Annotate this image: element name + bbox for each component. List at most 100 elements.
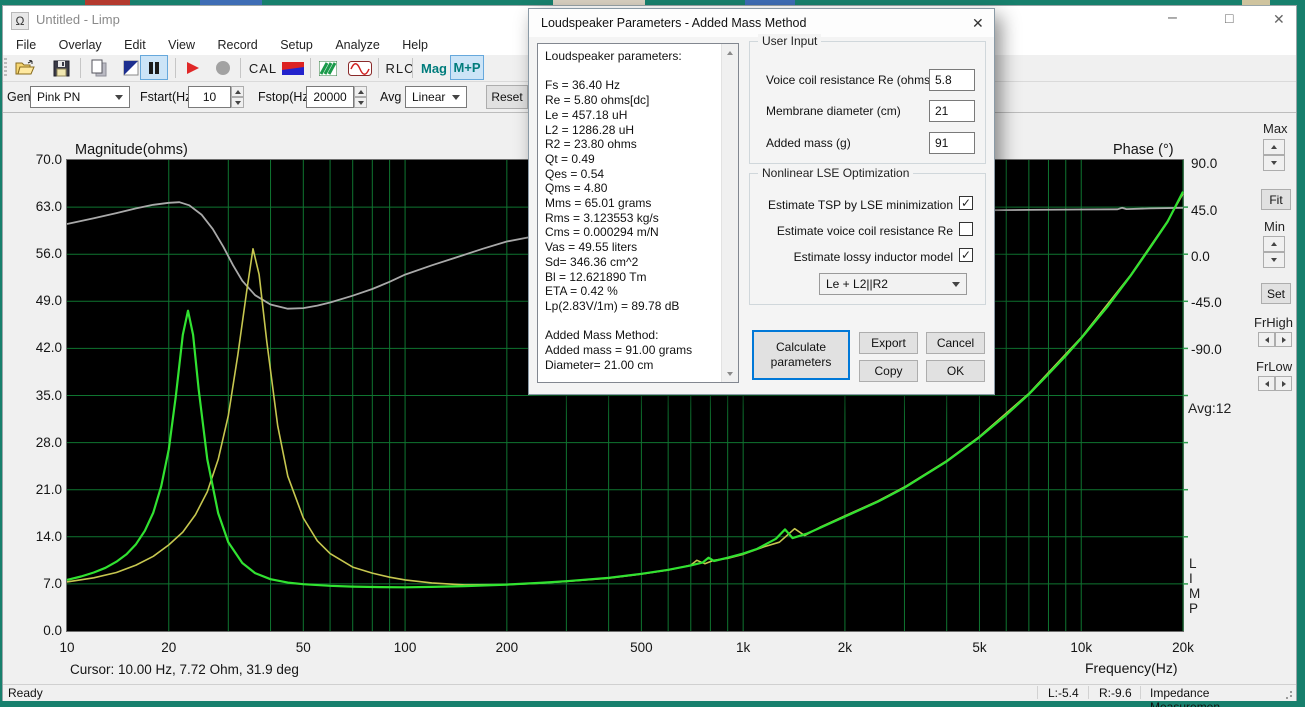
mag-phase-button[interactable]: M+P xyxy=(450,55,484,80)
parameters-textbox: Loudspeaker parameters: Fs = 36.40 Hz Re… xyxy=(537,43,739,383)
copy-button[interactable]: Copy xyxy=(859,360,918,382)
lse-group-label: Nonlinear LSE Optimization xyxy=(758,166,914,180)
fstop-input[interactable] xyxy=(306,86,354,108)
arrow-left-icon[interactable] xyxy=(1258,376,1275,391)
menu-record[interactable]: Record xyxy=(208,36,266,54)
toolbar-gripper[interactable] xyxy=(4,58,7,78)
open-folder-glyph xyxy=(15,60,35,75)
fstop-stepper[interactable] xyxy=(354,86,367,108)
red-blue-glyph xyxy=(282,61,304,75)
lse-re-checkbox[interactable] xyxy=(959,222,973,236)
phase-tick-label: -45.0 xyxy=(1191,295,1222,311)
frequency-tick-label: 20 xyxy=(161,640,177,655)
fstart-stepper[interactable] xyxy=(231,86,244,108)
spectrum-icon[interactable] xyxy=(315,56,341,80)
menu-edit[interactable]: Edit xyxy=(115,36,155,54)
status-ready: Ready xyxy=(8,686,43,700)
menu-view[interactable]: View xyxy=(159,36,204,54)
play-button[interactable] xyxy=(180,56,206,80)
pause-button[interactable] xyxy=(140,55,168,80)
calculate-parameters-button[interactable]: Calculate parameters xyxy=(752,330,850,380)
sine-wave-glyph xyxy=(348,60,372,76)
menu-overlay[interactable]: Overlay xyxy=(50,36,111,54)
record-button[interactable] xyxy=(210,56,236,80)
window-title: Untitled - Limp xyxy=(36,12,120,27)
lse-tsp-checkbox[interactable]: ✓ xyxy=(959,196,973,210)
frlow-stepper[interactable] xyxy=(1258,376,1292,391)
cal-button[interactable]: CAL xyxy=(246,56,280,80)
added-mass-field[interactable] xyxy=(929,132,975,154)
magnitude-tick-label: 0.0 xyxy=(43,623,62,638)
generator-select[interactable]: Pink PN xyxy=(30,86,130,108)
membrane-diameter-field[interactable] xyxy=(929,100,975,122)
max-stepper[interactable] xyxy=(1263,139,1285,171)
phase-tick-label: 45.0 xyxy=(1191,202,1218,218)
signal-generator-icon[interactable] xyxy=(346,56,374,80)
arrow-right-icon[interactable] xyxy=(1275,332,1292,347)
inductor-model-select[interactable]: Le + L2||R2 xyxy=(819,273,967,295)
avg-select[interactable]: Linear xyxy=(405,86,467,108)
avg-indicator: Avg:12 xyxy=(1188,400,1232,416)
open-icon[interactable] xyxy=(12,56,38,80)
mag-button[interactable]: Mag xyxy=(418,56,450,80)
dialog-close-button[interactable]: ✕ xyxy=(972,15,984,32)
chevron-down-icon xyxy=(952,282,960,287)
spin-down-icon[interactable] xyxy=(1263,155,1285,171)
copy-page-icon[interactable] xyxy=(86,56,112,80)
arrow-right-icon[interactable] xyxy=(1275,376,1292,391)
ok-button[interactable]: OK xyxy=(926,360,985,382)
arrow-left-icon[interactable] xyxy=(1258,332,1275,347)
app-icon: Ω xyxy=(11,12,29,30)
spin-up-icon[interactable] xyxy=(231,86,244,97)
cancel-button[interactable]: Cancel xyxy=(926,332,985,354)
user-input-group-label: User Input xyxy=(758,34,822,48)
flag-glyph xyxy=(123,60,139,76)
spin-up-icon[interactable] xyxy=(354,86,367,97)
gen-label: Gen xyxy=(7,90,31,104)
menu-help[interactable]: Help xyxy=(393,36,437,54)
spin-up-icon[interactable] xyxy=(1263,236,1285,252)
menu-setup[interactable]: Setup xyxy=(271,36,322,54)
lse-lossy-checkbox[interactable]: ✓ xyxy=(959,248,973,262)
export-button[interactable]: Export xyxy=(859,332,918,354)
avg-value: Linear xyxy=(412,90,446,104)
magnitude-tick-label: 56.0 xyxy=(35,246,62,262)
frequency-tick-label: 1k xyxy=(736,640,751,655)
resize-grip[interactable] xyxy=(1290,695,1292,697)
menu-file[interactable]: File xyxy=(7,36,45,54)
spin-down-icon[interactable] xyxy=(231,97,244,108)
save-icon[interactable] xyxy=(48,56,74,80)
min-stepper[interactable] xyxy=(1263,236,1285,268)
dual-gain-icon[interactable] xyxy=(280,56,306,80)
maximize-button[interactable]: □ xyxy=(1225,10,1233,26)
resize-grip-dot xyxy=(1286,697,1288,699)
magnitude-tick-label: 35.0 xyxy=(35,387,62,403)
scroll-down-icon[interactable] xyxy=(722,365,738,382)
phase-tick-label: 90.0 xyxy=(1191,156,1218,171)
reset-button[interactable]: Reset xyxy=(486,85,528,109)
lse-re-label: Estimate voice coil resistance Re xyxy=(776,224,953,238)
frhigh-stepper[interactable] xyxy=(1258,332,1292,347)
max-label: Max xyxy=(1263,121,1288,136)
fstart-input[interactable] xyxy=(188,86,231,108)
frequency-tick-label: 100 xyxy=(393,640,417,655)
menu-analyze[interactable]: Analyze xyxy=(326,36,388,54)
dialog-title: Loudspeaker Parameters - Added Mass Meth… xyxy=(541,16,807,30)
loudspeaker-parameters-dialog: Loudspeaker Parameters - Added Mass Meth… xyxy=(528,8,995,395)
limp-letter: P xyxy=(1189,601,1199,616)
lse-tsp-label: Estimate TSP by LSE minimization xyxy=(768,198,953,212)
spin-down-icon[interactable] xyxy=(354,97,367,108)
fit-button[interactable]: Fit xyxy=(1261,189,1291,210)
close-button[interactable]: ✕ xyxy=(1273,11,1285,28)
spin-down-icon[interactable] xyxy=(1263,252,1285,268)
minimize-button[interactable]: – xyxy=(1168,9,1177,27)
spin-up-icon[interactable] xyxy=(1263,139,1285,155)
parameters-scrollbar[interactable] xyxy=(721,44,738,382)
frlow-label: FrLow xyxy=(1256,359,1293,374)
re-field[interactable] xyxy=(929,69,975,91)
parameters-text: Loudspeaker parameters: Fs = 36.40 Hz Re… xyxy=(545,49,693,372)
fstop-label: Fstop(Hz) xyxy=(258,90,313,104)
scroll-up-icon[interactable] xyxy=(722,44,738,61)
set-button[interactable]: Set xyxy=(1261,283,1291,304)
dialog-title-bar[interactable]: Loudspeaker Parameters - Added Mass Meth… xyxy=(529,9,994,37)
